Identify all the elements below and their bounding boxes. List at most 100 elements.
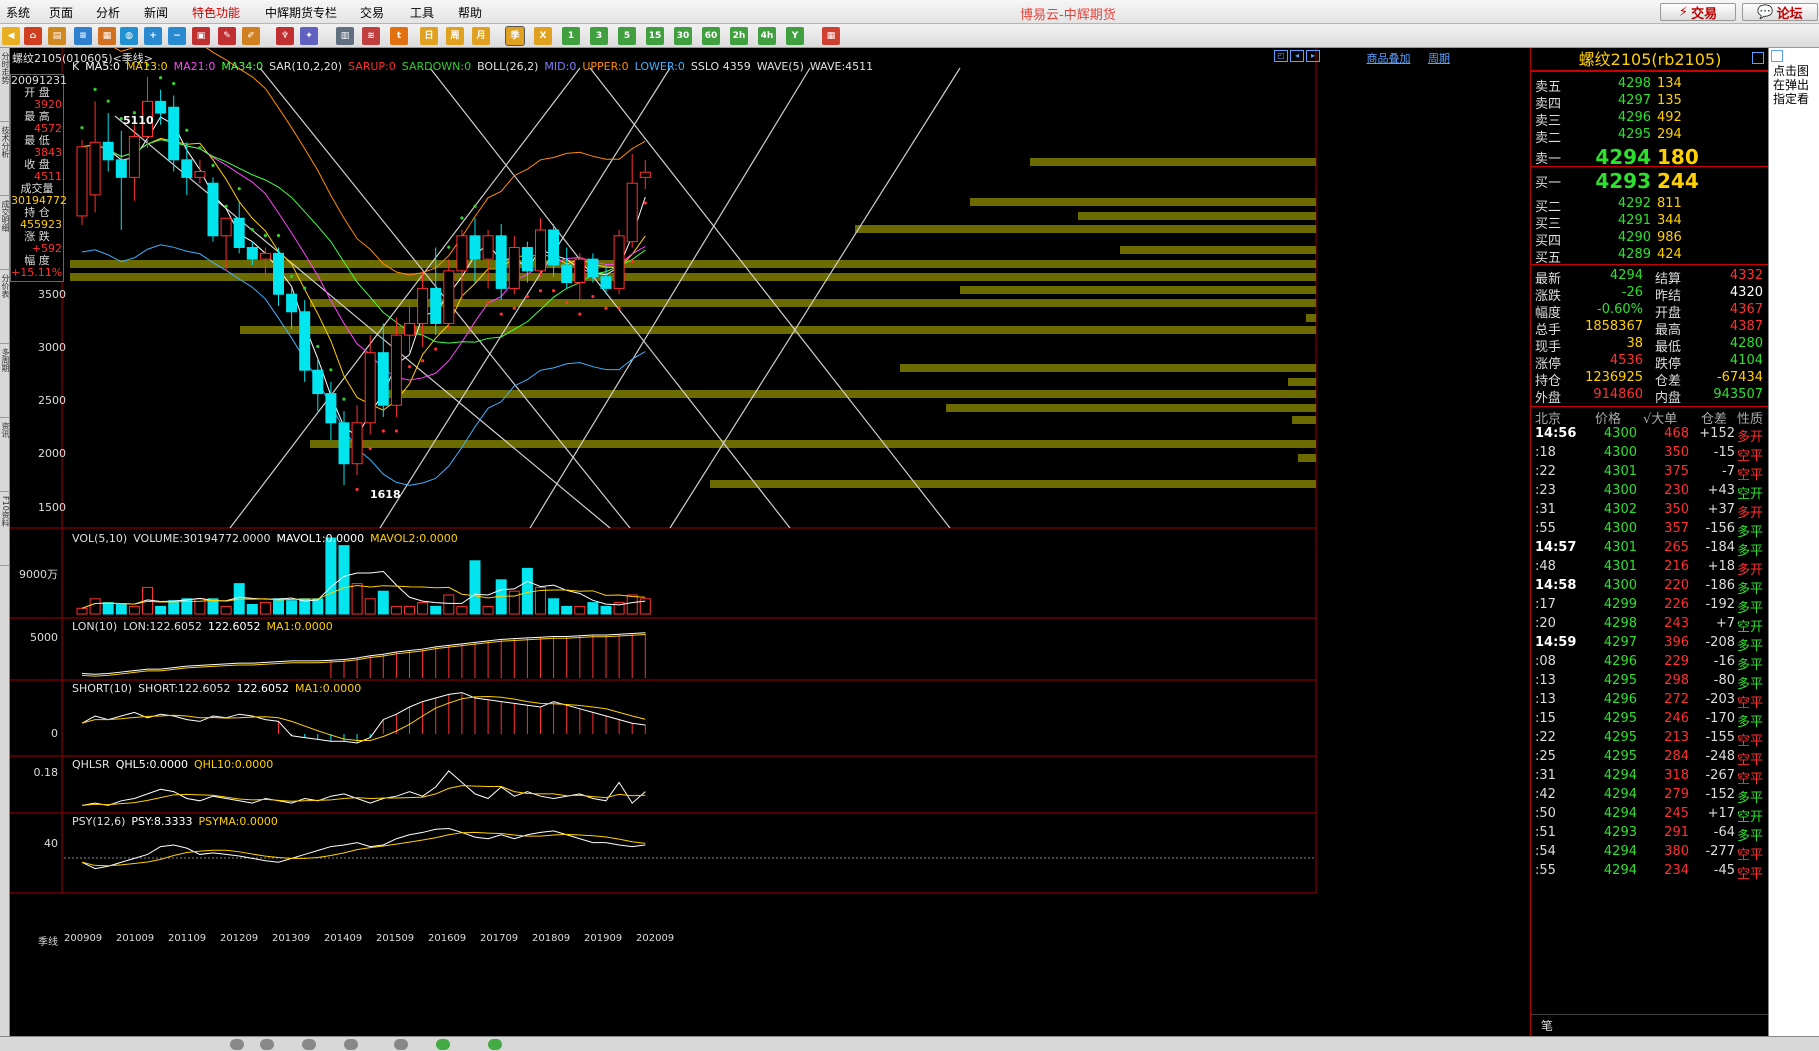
- menu-features[interactable]: 特色功能: [192, 4, 240, 21]
- bid-row[interactable]: 买四 4290 986: [1531, 230, 1769, 249]
- menu-column[interactable]: 中辉期货专栏: [265, 4, 337, 21]
- tab-f10[interactable]: F10资料: [0, 496, 10, 566]
- expand-icon[interactable]: [1752, 52, 1764, 64]
- sar-dot: [407, 365, 412, 369]
- tab-trades[interactable]: 成交明细: [0, 200, 10, 270]
- taskbar-icon[interactable]: [436, 1039, 450, 1050]
- new-icon[interactable]: ✦: [300, 27, 318, 45]
- ask-row[interactable]: 卖四 4297 135: [1531, 93, 1769, 112]
- tick-row: 14:57 4301 265 -184 多平: [1531, 540, 1769, 559]
- menu-analysis[interactable]: 分析: [96, 4, 120, 21]
- ask-price: 4297: [1617, 93, 1651, 108]
- taskbar-icon[interactable]: [260, 1039, 274, 1050]
- ask-row[interactable]: 卖一 4294 180: [1531, 145, 1769, 169]
- home-icon[interactable]: ⌂: [24, 27, 42, 45]
- ask-row[interactable]: 卖五 4298 134: [1531, 76, 1769, 95]
- stat-value: -26: [1621, 285, 1643, 300]
- menu-tools[interactable]: 工具: [410, 4, 434, 21]
- menu-news[interactable]: 新闻: [144, 4, 168, 21]
- tick-row: :22 4301 375 -7 空平: [1531, 464, 1769, 483]
- period-x[interactable]: X: [534, 27, 552, 45]
- low-annotation: 1618: [370, 488, 401, 501]
- ask-row[interactable]: 卖三 4296 492: [1531, 110, 1769, 129]
- tick-volume: 291: [1664, 825, 1689, 840]
- panel-toggle-icon[interactable]: [1771, 50, 1783, 62]
- tab-timeshare[interactable]: 分时走势: [0, 52, 10, 122]
- next-icon[interactable]: ▸: [1306, 50, 1320, 62]
- period-30min[interactable]: 30: [674, 27, 692, 45]
- period-link[interactable]: 周期: [1428, 52, 1450, 65]
- prev-icon[interactable]: ◂: [1290, 50, 1304, 62]
- stat-value: 4387: [1729, 319, 1763, 334]
- tick-header-vol[interactable]: √大单: [1643, 408, 1677, 427]
- period-2h[interactable]: 2h: [730, 27, 748, 45]
- bid-row[interactable]: 买一 4293 244: [1531, 169, 1769, 193]
- table-icon[interactable]: ▥: [336, 27, 354, 45]
- back-icon[interactable]: ◀: [2, 27, 20, 45]
- trade-button[interactable]: ⚡ 交易: [1660, 3, 1736, 22]
- layout-icon[interactable]: ◰: [1274, 50, 1288, 62]
- bid-row[interactable]: 买二 4292 811: [1531, 196, 1769, 215]
- globe-icon[interactable]: ◍: [120, 27, 138, 45]
- tab-news[interactable]: 资讯: [0, 422, 10, 492]
- stat-value: 4294: [1609, 268, 1643, 283]
- period-4h[interactable]: 4h: [758, 27, 776, 45]
- tab-price-table[interactable]: 分价表: [0, 274, 10, 344]
- copy-icon[interactable]: ▣: [192, 27, 210, 45]
- tab-multi-period[interactable]: 多周期: [0, 348, 10, 418]
- tab-technical[interactable]: 技术分析: [0, 126, 10, 196]
- draw-icon[interactable]: ✎: [218, 27, 236, 45]
- ask-row[interactable]: 卖二 4295 294: [1531, 127, 1769, 146]
- taskbar-icon[interactable]: [302, 1039, 316, 1050]
- psy-indicator-item: PSY(12,6): [72, 815, 126, 828]
- taskbar-icon[interactable]: [230, 1039, 244, 1050]
- qhlsr-indicator-line: QHLSR QHL5:0.0000 QHL10:0.0000: [72, 758, 279, 771]
- period-week[interactable]: 周: [446, 27, 464, 45]
- period-15min[interactable]: 15: [646, 27, 664, 45]
- ask-label: 卖二: [1535, 131, 1562, 146]
- bid-row[interactable]: 买五 4289 424: [1531, 247, 1769, 266]
- tick-icon[interactable]: t: [390, 27, 408, 45]
- tick-row: :55 4300 357 -156 多平: [1531, 521, 1769, 540]
- tick-diff: +17: [1707, 806, 1735, 821]
- tick-price: 4295: [1603, 749, 1637, 764]
- period-month[interactable]: 月: [472, 27, 490, 45]
- price-axis-2500: 2500: [38, 394, 66, 407]
- taskbar-icon[interactable]: [344, 1039, 358, 1050]
- period-3min[interactable]: 3: [590, 27, 608, 45]
- zoom-out-icon[interactable]: −: [168, 27, 186, 45]
- marker-icon[interactable]: ♆: [276, 27, 294, 45]
- taskbar-icon[interactable]: [488, 1039, 502, 1050]
- layers-icon[interactable]: ≡: [74, 27, 92, 45]
- menu-trade[interactable]: 交易: [360, 4, 384, 21]
- zoom-in-icon[interactable]: +: [144, 27, 162, 45]
- calendar-icon[interactable]: ▦: [822, 27, 840, 45]
- date-label: 201609: [428, 933, 467, 944]
- list-icon[interactable]: ▦: [98, 27, 116, 45]
- period-60min[interactable]: 60: [702, 27, 720, 45]
- tick-price: 4297: [1603, 635, 1637, 650]
- menu-page[interactable]: 页面: [49, 4, 73, 21]
- overlay-link[interactable]: 商品叠加: [1367, 52, 1411, 65]
- tick-footer-label[interactable]: 笔: [1541, 1017, 1553, 1034]
- bid-row[interactable]: 买三 4291 344: [1531, 213, 1769, 232]
- period-1min[interactable]: 1: [562, 27, 580, 45]
- qhl5-line: [81, 770, 646, 806]
- period-quarter[interactable]: 季: [505, 26, 525, 46]
- tick-price: 4294: [1603, 787, 1637, 802]
- forum-button[interactable]: 💬 论坛: [1742, 3, 1818, 22]
- menu-help[interactable]: 帮助: [458, 4, 482, 21]
- taskbar-icon[interactable]: [394, 1039, 408, 1050]
- period-day[interactable]: 日: [420, 27, 438, 45]
- candle-body: [338, 422, 350, 465]
- kline-icon[interactable]: ≋: [362, 27, 380, 45]
- candle-body: [587, 258, 599, 278]
- menu-system[interactable]: 系统: [6, 4, 30, 21]
- pen-icon[interactable]: ✐: [242, 27, 260, 45]
- data-icon[interactable]: ▤: [48, 27, 66, 45]
- chart-area[interactable]: 螺纹2105(010605)<季线> 商品叠加 周期 ◰ ◂ ▸ K MA5:0 M…: [10, 48, 1530, 1036]
- bid-volume: 986: [1657, 230, 1682, 245]
- volume-bar: [168, 600, 180, 615]
- period-year[interactable]: Y: [786, 27, 804, 45]
- period-5min[interactable]: 5: [618, 27, 636, 45]
